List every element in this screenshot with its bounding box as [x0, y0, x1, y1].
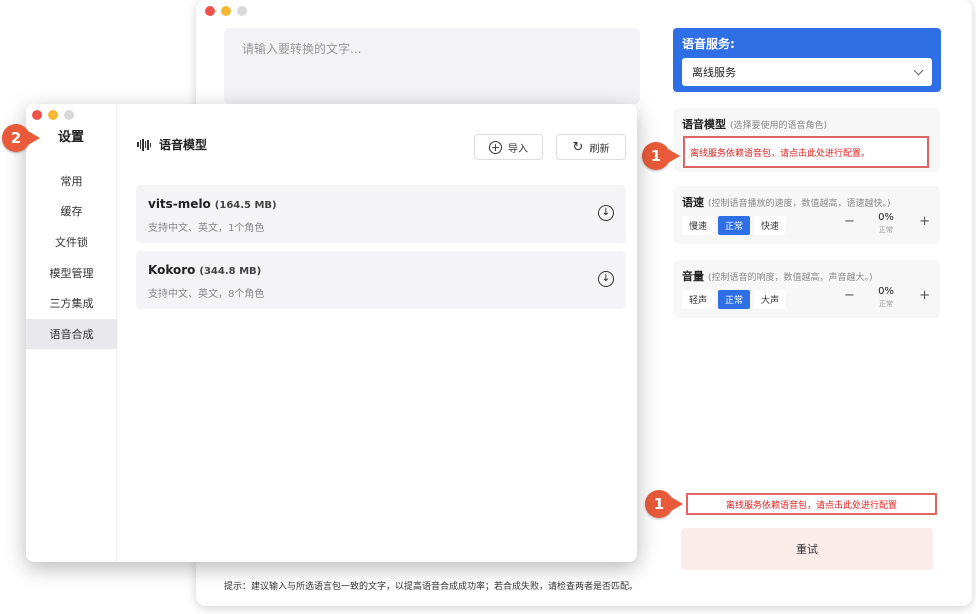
speed-panel: 语速 (控制语音播放的速度，数值越高，语速越快。) 慢速 正常 快速 − 0% 正…	[674, 186, 940, 244]
speed-option-fast[interactable]: 快速	[754, 216, 787, 235]
waveform-icon	[137, 138, 151, 151]
speed-decrease-button[interactable]: −	[844, 214, 855, 229]
voice-model-hint: (选择要使用的语音角色)	[730, 121, 828, 131]
volume-decrease-button[interactable]: −	[844, 288, 855, 303]
download-icon[interactable]: ↓	[598, 271, 614, 287]
text-input-placeholder: 请输入要转换的文字...	[242, 42, 362, 56]
volume-value: 0%	[878, 286, 894, 297]
text-input[interactable]: 请输入要转换的文字...	[224, 28, 640, 104]
import-button[interactable]: + 导入	[474, 134, 543, 160]
sidebar-item-tts[interactable]: 语音合成	[26, 319, 117, 349]
volume-title-text: 音量	[682, 270, 704, 283]
annotation-badge-1-top-text: 1	[650, 147, 662, 165]
annotation-badge-1-top: 1	[642, 142, 670, 170]
speed-option-normal[interactable]: 正常	[718, 216, 751, 235]
volume-title: 音量 (控制语音的响度，数值越高，声音越大。)	[682, 268, 932, 284]
voice-model-warning-link[interactable]: 离线服务依赖语音包，请点击此处进行配置。	[683, 136, 929, 168]
voice-service-select[interactable]: 离线服务	[682, 58, 932, 86]
annotation-arrow-right-icon	[668, 149, 680, 163]
model-name-text: Kokoro	[148, 263, 196, 277]
annotation-badge-2-text: 2	[10, 129, 22, 147]
bottom-warning-link[interactable]: 离线服务依赖语音包，请点击此处进行配置	[686, 493, 937, 515]
annotation-badge-1-bottom: 1	[645, 490, 673, 518]
model-description: 支持中文、英文，1个角色	[148, 223, 265, 234]
bottom-warning-text: 离线服务依赖语音包，请点击此处进行配置	[725, 500, 897, 511]
voice-service-label: 语音服务:	[682, 37, 735, 51]
maximize-window-button[interactable]	[237, 6, 247, 16]
tip-text: 提示：建议输入与所选语言包一致的文字，以提高语音合成成功率；若合成失败，请检查两…	[224, 582, 639, 592]
volume-option-normal[interactable]: 正常	[718, 290, 751, 309]
volume-value-label: 正常	[879, 300, 893, 308]
close-window-button[interactable]	[205, 6, 215, 16]
volume-option-loud[interactable]: 大声	[754, 290, 787, 309]
sidebar-item-general[interactable]: 常用	[26, 166, 117, 196]
sidebar-item-model-management[interactable]: 模型管理	[26, 258, 117, 288]
voice-service-box: 语音服务: 离线服务	[673, 28, 941, 92]
volume-hint: (控制语音的响度，数值越高，声音越大。)	[708, 273, 873, 283]
speed-value-label: 正常	[879, 226, 893, 234]
import-label: 导入	[508, 143, 528, 155]
plus-circle-icon: +	[489, 140, 502, 154]
annotation-arrow-right-icon	[671, 497, 683, 511]
retry-label: 重试	[796, 543, 818, 556]
volume-increase-button[interactable]: +	[919, 288, 930, 303]
settings-content: 语音模型 + 导入 ↻ 刷新 vits-melo (164.5 MB) 支持中文、…	[117, 104, 637, 562]
speed-hint: (控制语音播放的速度，数值越高，语速越快。)	[708, 199, 891, 209]
model-name-text: vits-melo	[148, 197, 211, 211]
retry-button[interactable]: 重试	[681, 528, 933, 570]
model-description: 支持中文、英文，8个角色	[148, 289, 265, 300]
settings-window: 设置 常用 缓存 文件锁 模型管理 三方集成 语音合成 语音模型 + 导入 ↻ …	[26, 104, 637, 562]
close-window-button[interactable]	[32, 110, 42, 120]
annotation-badge-1-bottom-text: 1	[653, 495, 665, 513]
settings-window-controls	[32, 110, 74, 120]
speed-title-text: 语速	[682, 196, 704, 209]
volume-stepper: − 0% 正常 +	[840, 286, 930, 310]
voice-service-selected: 离线服务	[692, 66, 736, 79]
sidebar-item-third-party[interactable]: 三方集成	[26, 288, 117, 318]
maximize-window-button[interactable]	[64, 110, 74, 120]
chevron-down-icon	[913, 65, 924, 75]
model-name: vits-melo (164.5 MB)	[148, 197, 277, 211]
settings-title: 设置	[58, 130, 85, 145]
model-card: vits-melo (164.5 MB) 支持中文、英文，1个角色 ↓	[136, 185, 626, 243]
download-icon[interactable]: ↓	[598, 205, 614, 221]
speed-segment: 慢速 正常 快速	[682, 216, 787, 235]
refresh-label: 刷新	[589, 143, 610, 155]
refresh-button[interactable]: ↻ 刷新	[556, 134, 626, 160]
model-size: (164.5 MB)	[214, 200, 277, 211]
model-name: Kokoro (344.8 MB)	[148, 263, 261, 277]
annotation-badge-2: 2	[2, 124, 30, 152]
voice-model-title-text: 语音模型	[682, 118, 726, 131]
minimize-window-button[interactable]	[48, 110, 58, 120]
content-header-title: 语音模型	[159, 138, 208, 152]
content-header: 语音模型	[137, 136, 207, 153]
annotation-arrow-right-icon	[28, 131, 40, 145]
sidebar-item-file-lock[interactable]: 文件锁	[26, 227, 117, 257]
model-card: Kokoro (344.8 MB) 支持中文、英文，8个角色 ↓	[136, 251, 626, 309]
settings-sidebar: 设置 常用 缓存 文件锁 模型管理 三方集成 语音合成	[26, 104, 117, 562]
main-window-controls	[205, 6, 247, 16]
volume-option-soft[interactable]: 轻声	[682, 290, 715, 309]
speed-stepper: − 0% 正常 +	[840, 212, 930, 236]
volume-panel: 音量 (控制语音的响度，数值越高，声音越大。) 轻声 正常 大声 − 0% 正常 …	[674, 260, 940, 318]
speed-value: 0%	[878, 212, 894, 223]
speed-title: 语速 (控制语音播放的速度，数值越高，语速越快。)	[682, 194, 932, 210]
refresh-icon: ↻	[572, 139, 584, 155]
minimize-window-button[interactable]	[221, 6, 231, 16]
volume-segment: 轻声 正常 大声	[682, 290, 787, 309]
sidebar-item-cache[interactable]: 缓存	[26, 196, 117, 226]
voice-model-warning-text: 离线服务依赖语音包，请点击此处进行配置。	[690, 148, 871, 159]
speed-increase-button[interactable]: +	[919, 214, 930, 229]
speed-option-slow[interactable]: 慢速	[682, 216, 715, 235]
voice-model-title: 语音模型 (选择要使用的语音角色)	[682, 116, 932, 132]
model-size: (344.8 MB)	[199, 266, 262, 277]
